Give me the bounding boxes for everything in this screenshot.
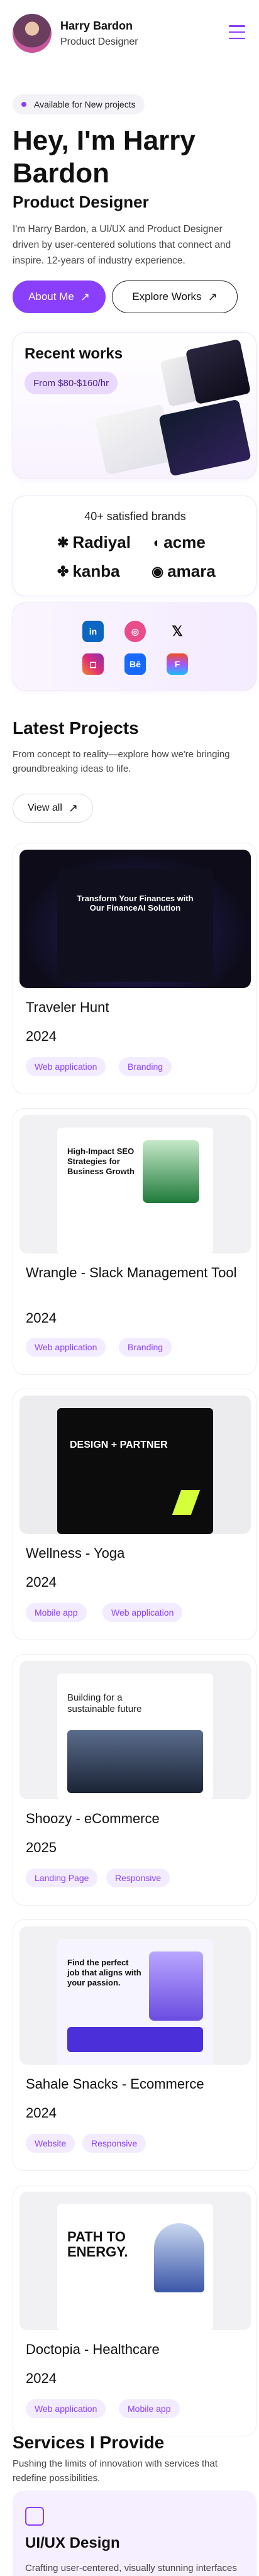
brand-logo-kanba: ✤ kanba	[57, 562, 120, 580]
project-year: 2025	[26, 1840, 57, 1855]
x-icon[interactable]: 𝕏	[167, 621, 188, 642]
latest-projects-title: Latest Projects	[13, 718, 139, 738]
header-role: Product Designer	[60, 36, 138, 47]
service-title: UI/UX Design	[25, 2534, 120, 2551]
project-card[interactable]: PATH TO ENERGY. Doctopia - Healthcare 20…	[13, 2185, 256, 2436]
amara-logo-icon: ◉	[152, 563, 164, 579]
work-preview-image	[185, 338, 251, 405]
explore-works-button[interactable]: Explore Works ↗	[112, 280, 238, 313]
radiyal-logo-icon: ✱	[57, 534, 69, 550]
project-card[interactable]: Transform Your Finances with Our Finance…	[13, 843, 256, 1094]
project-thumbnail: Building for a sustainable future	[19, 1661, 251, 1799]
view-all-button[interactable]: View all ↗	[13, 794, 93, 823]
project-year: 2024	[26, 2105, 57, 2121]
services-description: Pushing the limits of innovation with se…	[13, 2458, 218, 2484]
project-title: Sahale Snacks - Ecommerce	[26, 2076, 204, 2092]
project-year: 2024	[26, 1574, 57, 1590]
project-card[interactable]: Building for a sustainable future Shoozy…	[13, 1654, 256, 1906]
project-year: 2024	[26, 1310, 57, 1326]
project-tag: Branding	[119, 1057, 172, 1076]
instagram-icon[interactable]: ◻	[82, 653, 104, 675]
arrow-up-right-icon: ↗	[207, 290, 218, 303]
project-thumbnail: PATH TO ENERGY.	[19, 2192, 251, 2330]
hamburger-menu-icon[interactable]	[229, 25, 245, 39]
project-tag: Responsive	[82, 2134, 146, 2153]
social-links-card: in ◎ 𝕏 ◻ Bē F	[13, 602, 256, 691]
avatar[interactable]	[13, 14, 52, 53]
figma-icon[interactable]: F	[167, 653, 188, 675]
project-card[interactable]: High-Impact SEO Strategies for Business …	[13, 1108, 256, 1375]
project-tag: Web application	[26, 1338, 106, 1357]
service-card[interactable]: UI/UX Design Crafting user-centered, vis…	[13, 2490, 256, 2576]
design-icon	[25, 2507, 44, 2526]
latest-projects-description: From concept to reality—explore how we'r…	[13, 749, 230, 774]
brand-logo-amara: ◉ amara	[152, 562, 216, 580]
project-title: Traveler Hunt	[26, 999, 109, 1015]
hero-subtitle: Product Designer	[13, 192, 149, 211]
project-thumbnail: Transform Your Finances with Our Finance…	[19, 850, 251, 988]
price-badge: From $80-$160/hr	[25, 372, 118, 394]
view-all-label: View all	[28, 802, 62, 813]
project-tag: Web application	[102, 1603, 183, 1622]
project-tag: Landing Page	[26, 1868, 98, 1887]
page: Harry Bardon Product Designer Available …	[0, 0, 259, 2576]
project-year: 2024	[26, 1028, 57, 1044]
about-me-label: About Me	[28, 291, 74, 303]
explore-works-label: Explore Works	[132, 291, 202, 303]
project-card[interactable]: DESIGN + PARTNER Wellness - Yoga 2024 Mo…	[13, 1389, 256, 1640]
project-tag: Branding	[119, 1338, 172, 1357]
header-identity: Harry Bardon Product Designer	[60, 19, 138, 48]
service-description: Crafting user-centered, visually stunnin…	[25, 2563, 237, 2573]
project-thumbnail: Find the perfect job that aligns with yo…	[19, 1926, 251, 2065]
project-tag: Web application	[26, 1057, 106, 1076]
brands-card: 40+ satisfied brands ✱ Radiyal ◖ acme ✤ kan…	[13, 496, 256, 596]
hero-description: I'm Harry Bardon, a UI/UX and Product De…	[13, 224, 231, 266]
project-title: Wrangle - Slack Management Tool	[26, 1265, 237, 1280]
recent-works-card[interactable]: Recent works From $80-$160/hr	[13, 332, 256, 479]
availability-badge: Available for New projects	[13, 94, 145, 114]
project-tag: Responsive	[106, 1868, 170, 1887]
services-title: Services I Provide	[13, 2433, 165, 2452]
brands-title: 40+ satisfied brands	[84, 510, 186, 523]
recent-works-title: Recent works	[25, 345, 123, 362]
linkedin-icon[interactable]: in	[82, 621, 104, 642]
project-title: Shoozy - eCommerce	[26, 1811, 160, 1826]
kanba-logo-icon: ✤	[57, 563, 69, 579]
about-me-button[interactable]: About Me ↗	[13, 280, 106, 313]
work-preview-image	[158, 399, 251, 477]
availability-text: Available for New projects	[34, 99, 136, 109]
project-year: 2024	[26, 2370, 57, 2386]
project-thumbnail: DESIGN + PARTNER	[19, 1396, 251, 1534]
brand-logo-radiyal: ✱ Radiyal	[57, 533, 131, 552]
project-card[interactable]: Find the perfect job that aligns with yo…	[13, 1919, 256, 2171]
brand-logo-acme: ◖ acme	[152, 533, 206, 552]
project-tag: Mobile app	[119, 2399, 180, 2418]
project-title: Doctopia - Healthcare	[26, 2341, 160, 2357]
acme-logo-icon: ◖	[152, 534, 160, 550]
header-name: Harry Bardon	[60, 19, 133, 32]
status-dot-icon	[21, 102, 26, 107]
project-tag: Website	[26, 2134, 75, 2153]
project-title: Wellness - Yoga	[26, 1545, 125, 1561]
behance-icon[interactable]: Bē	[124, 653, 146, 675]
arrow-up-right-icon: ↗	[68, 801, 78, 814]
site-header: Harry Bardon Product Designer	[0, 0, 259, 67]
arrow-up-right-icon: ↗	[80, 290, 90, 303]
hero-title: Hey, I'm Harry Bardon	[13, 125, 196, 189]
project-tag: Web application	[26, 2399, 106, 2418]
project-thumbnail: High-Impact SEO Strategies for Business …	[19, 1115, 251, 1253]
dribbble-icon[interactable]: ◎	[124, 621, 146, 642]
project-tag: Mobile app	[26, 1603, 87, 1622]
